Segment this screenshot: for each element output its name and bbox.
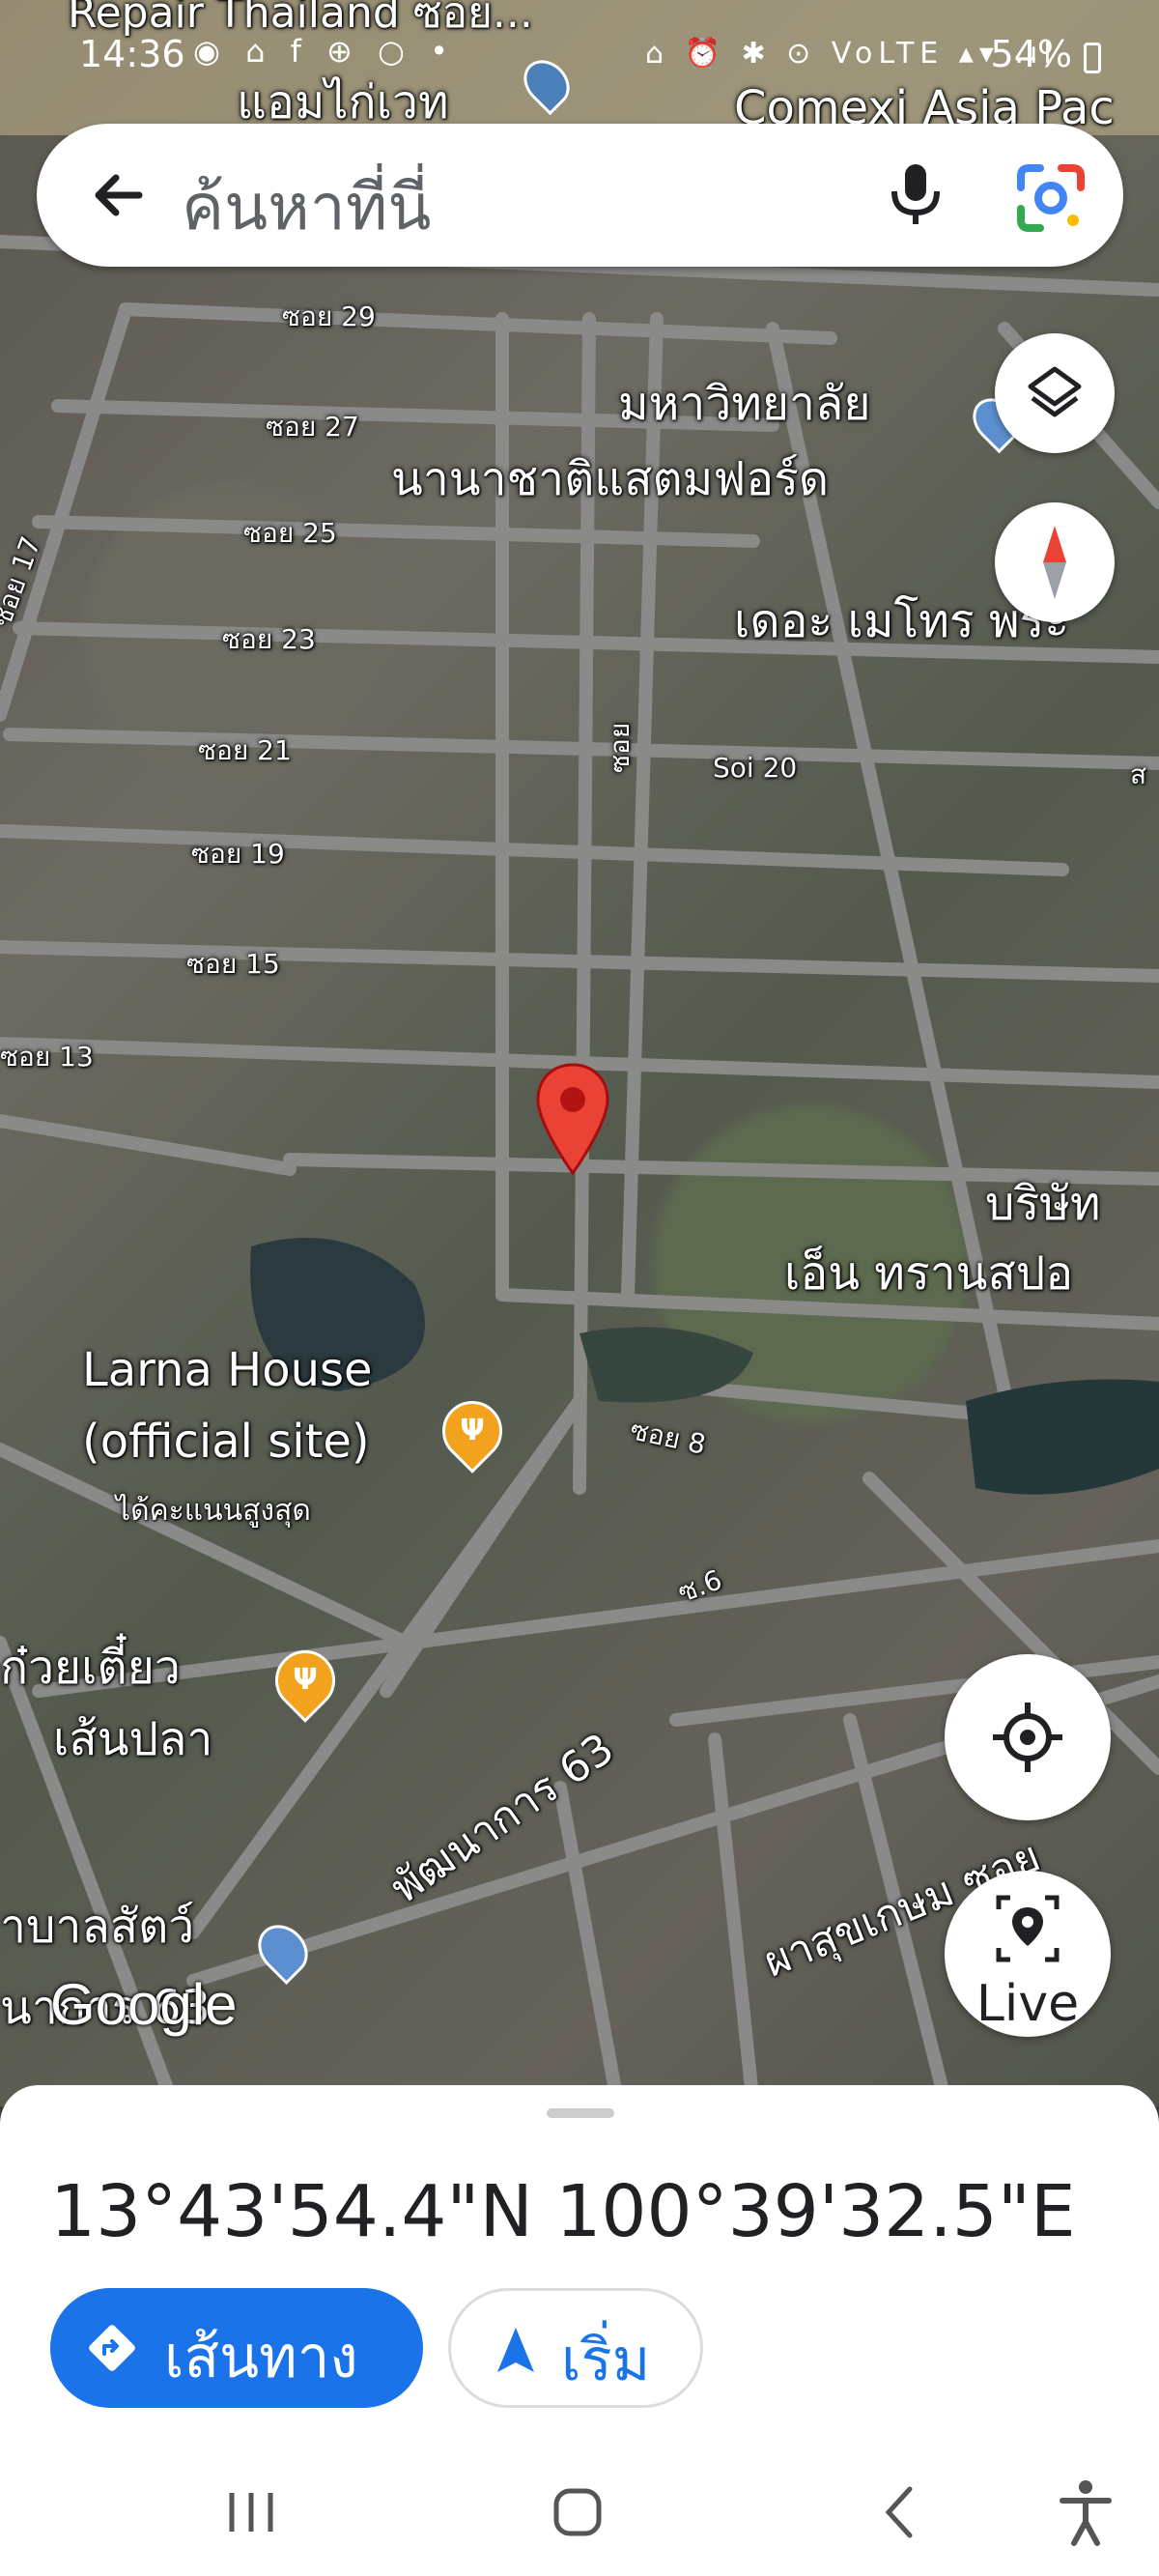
fork-knife-icon: Ψ — [460, 1414, 485, 1447]
map-label-restaurant[interactable]: เส้นปลา — [53, 1703, 212, 1776]
street-label: ซอย 29 — [282, 301, 376, 332]
battery-icon — [1084, 43, 1101, 73]
street-label: Soi 20 — [713, 752, 798, 784]
accessibility-icon[interactable] — [1037, 2464, 1134, 2561]
street-label: ซอย 21 — [198, 734, 292, 766]
map-label-restaurant[interactable]: Larna House — [82, 1343, 373, 1397]
fork-knife-icon: Ψ — [293, 1663, 318, 1697]
street-label: ซอย 15 — [186, 948, 280, 980]
search-input[interactable]: ค้นหาที่นี่ — [182, 157, 431, 258]
street-label: ซอย 25 — [243, 517, 337, 549]
battery-level: 54% — [990, 33, 1072, 75]
map-label-university[interactable]: นานาชาติแสตมฟอร์ด — [391, 443, 829, 516]
map-label-rating: ได้คะแนนสูงสุด — [116, 1494, 311, 1528]
map-label-university[interactable]: มหาวิทยาลัย — [618, 367, 870, 441]
street-label: ซอย — [604, 722, 636, 773]
street-label: ซอย 27 — [266, 411, 359, 443]
home-icon[interactable] — [529, 2464, 626, 2561]
map-label-restaurant[interactable]: (official site) — [82, 1415, 370, 1469]
arrow-left-icon[interactable] — [81, 157, 158, 234]
navigation-arrow-icon — [497, 2328, 534, 2372]
coordinates-text: 13°43'54.4"N 100°39'32.5"E — [50, 2170, 1076, 2253]
layers-button[interactable] — [995, 333, 1115, 453]
start-label: เริ่ม — [561, 2327, 651, 2394]
google-wordmark: Google — [50, 1972, 238, 2037]
street-label: ซอย 23 — [222, 623, 316, 655]
compass-button[interactable] — [995, 502, 1115, 622]
map-label-restaurant[interactable]: ก๋วยเตี๋ยว — [0, 1631, 181, 1704]
layers-icon — [1028, 366, 1082, 417]
live-view-button[interactable]: Live — [945, 1871, 1111, 2037]
back-icon[interactable] — [854, 2464, 950, 2561]
street-label: ซอย 13 — [0, 1041, 94, 1073]
my-location-icon — [993, 1703, 1062, 1772]
dropped-pin-icon[interactable] — [534, 1061, 611, 1177]
map-label-vet[interactable]: าบาลสัตว์ — [0, 1890, 194, 1963]
live-view-label: Live — [975, 1975, 1080, 2033]
system-nav-bar — [0, 2445, 1159, 2576]
street-label: ซอย 19 — [191, 838, 285, 870]
mic-icon[interactable] — [877, 155, 954, 232]
status-bar: 14:36 ◉ ⌂ f ⊕ ○ • ⌂ ⏰ ✱ ⊙ VoLTE ▴▾ .ıl 5… — [0, 29, 1159, 87]
my-location-button[interactable] — [945, 1654, 1111, 1820]
status-time: 14:36 — [79, 33, 185, 75]
google-lens-icon[interactable] — [1007, 155, 1094, 242]
recents-icon[interactable] — [203, 2464, 299, 2561]
search-bar[interactable]: ค้นหาที่นี่ — [37, 124, 1123, 267]
map-label-company[interactable]: เอ็น ทรานสปอ — [784, 1237, 1073, 1310]
sheet-drag-handle[interactable] — [547, 2108, 614, 2118]
compass-icon — [1043, 526, 1066, 599]
start-button[interactable]: เริ่ม — [448, 2288, 703, 2408]
directions-label: เส้นทาง — [164, 2324, 358, 2391]
directions-button[interactable]: เส้นทาง — [50, 2288, 423, 2408]
street-label: ส — [1130, 758, 1147, 790]
directions-icon — [89, 2325, 135, 2371]
live-view-icon — [996, 1895, 1060, 1962]
map-label-company[interactable]: บริษัท — [985, 1167, 1101, 1241]
notification-icons: ◉ ⌂ f ⊕ ○ • — [193, 33, 456, 70]
